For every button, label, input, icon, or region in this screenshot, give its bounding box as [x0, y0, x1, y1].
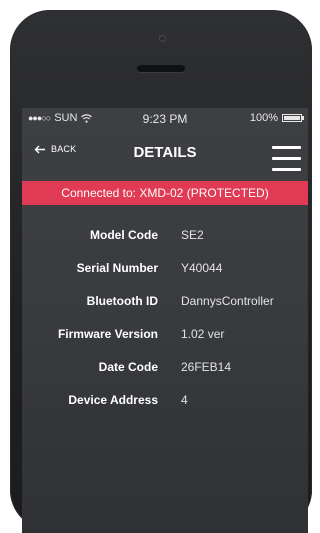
detail-label: Model Code — [90, 228, 158, 242]
detail-row-device-address: Device Address 4 — [22, 393, 308, 426]
battery-percent: 100% — [249, 112, 278, 124]
detail-label: Device Address — [68, 393, 158, 407]
detail-label: Serial Number — [76, 261, 158, 275]
detail-row-bluetooth-id: Bluetooth ID DannysController — [22, 294, 308, 327]
hamburger-menu-icon[interactable] — [272, 146, 301, 172]
detail-label: Firmware Version — [57, 327, 158, 341]
status-bar: ●●●○○ SUN 9:23 PM 100% — [22, 108, 308, 128]
front-camera — [159, 35, 166, 42]
phone-frame: ●●●○○ SUN 9:23 PM 100% BACK DETAILS Conn… — [10, 10, 312, 533]
detail-label: Bluetooth ID — [86, 294, 158, 308]
detail-value: Y40044 — [181, 261, 223, 275]
detail-row-firmware-version: Firmware Version 1.02 ver — [22, 327, 308, 360]
navigation-bar: BACK DETAILS — [22, 130, 308, 176]
page-title: DETAILS — [133, 144, 197, 161]
detail-value: 4 — [181, 393, 188, 407]
detail-value: SE2 — [181, 228, 204, 242]
detail-label: Date Code — [98, 360, 158, 374]
battery-icon — [282, 114, 304, 122]
connection-status-banner: Connected to: XMD-02 (PROTECTED) — [22, 181, 308, 205]
app-screen: ●●●○○ SUN 9:23 PM 100% BACK DETAILS Conn… — [22, 108, 308, 533]
status-right: 100% — [249, 112, 304, 124]
earpiece-speaker — [137, 65, 185, 72]
detail-value: 1.02 ver — [181, 327, 225, 341]
detail-value: DannysController — [181, 294, 274, 308]
detail-row-date-code: Date Code 26FEB14 — [22, 360, 308, 393]
battery-level — [284, 116, 300, 120]
device-details-list: Model Code SE2 Serial Number Y40044 Blue… — [22, 228, 308, 426]
detail-row-model-code: Model Code SE2 — [22, 228, 308, 261]
detail-value: 26FEB14 — [181, 360, 232, 374]
detail-row-serial-number: Serial Number Y40044 — [22, 261, 308, 294]
